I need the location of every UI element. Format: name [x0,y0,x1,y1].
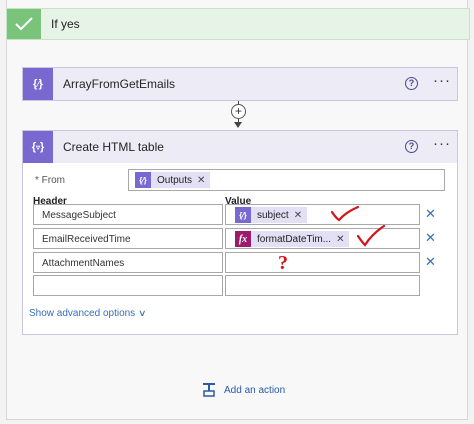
delete-row-icon[interactable]: ✕ [425,254,436,270]
add-step-icon[interactable]: + [231,104,246,119]
value-input[interactable] [225,275,420,296]
help-circle-icon[interactable]: ? [405,77,418,90]
chevron-down-icon: ∨ [138,308,147,318]
value-input[interactable]: {⁄} subject ✕ [225,204,420,225]
compose-action-card[interactable]: {⁄} ArrayFromGetEmails ? ··· [22,67,458,101]
format-date-token[interactable]: fx formatDateTim... ✕ [235,231,350,247]
add-action-icon [201,382,217,398]
create-html-table-card: {▿} Create HTML table ? ··· * From {⁄} O… [22,130,458,335]
delete-row-icon[interactable]: ✕ [425,206,436,222]
header-input[interactable]: MessageSubject [33,204,223,225]
card-title: Create HTML table [63,140,164,154]
arrow-down-icon [234,122,242,128]
close-icon[interactable]: ✕ [197,175,210,186]
header-input[interactable] [33,275,223,296]
compose-card-title: ArrayFromGetEmails [63,77,176,91]
outputs-token[interactable]: {⁄} Outputs ✕ [135,172,211,188]
card-header[interactable]: {▿} Create HTML table ? ··· [23,131,457,163]
check-icon [7,9,41,39]
from-label: * From [35,175,65,186]
show-advanced-options-link[interactable]: Show advanced options ∨ [29,308,147,319]
if-yes-branch-header[interactable]: If yes [6,8,470,40]
subject-token[interactable]: {⁄} subject ✕ [235,207,308,223]
variable-braces-icon: {⁄} [235,207,251,223]
close-icon[interactable]: ✕ [294,210,307,221]
value-input[interactable]: fx formatDateTim... ✕ [225,228,420,249]
compose-braces-icon: {⁄} [23,68,53,100]
branch-label: If yes [51,17,80,31]
fx-icon: fx [235,231,251,247]
table-braces-icon: {▿} [23,131,53,163]
more-ellipsis-icon[interactable]: ··· [433,72,451,89]
delete-row-icon[interactable]: ✕ [425,230,436,246]
header-input[interactable]: AttachmentNames [33,252,223,273]
header-input[interactable]: EmailReceivedTime [33,228,223,249]
compose-braces-icon: {⁄} [135,172,151,188]
annotation-check-icon [356,224,386,247]
close-icon[interactable]: ✕ [336,234,349,245]
help-circle-icon[interactable]: ? [405,140,418,153]
add-an-action-button[interactable]: Add an action [201,382,285,398]
annotation-check-icon [330,205,360,222]
value-input[interactable] [225,252,420,273]
more-ellipsis-icon[interactable]: ··· [433,135,451,152]
annotation-question-mark: ? [278,252,288,274]
from-input[interactable]: {⁄} Outputs ✕ [128,169,445,191]
